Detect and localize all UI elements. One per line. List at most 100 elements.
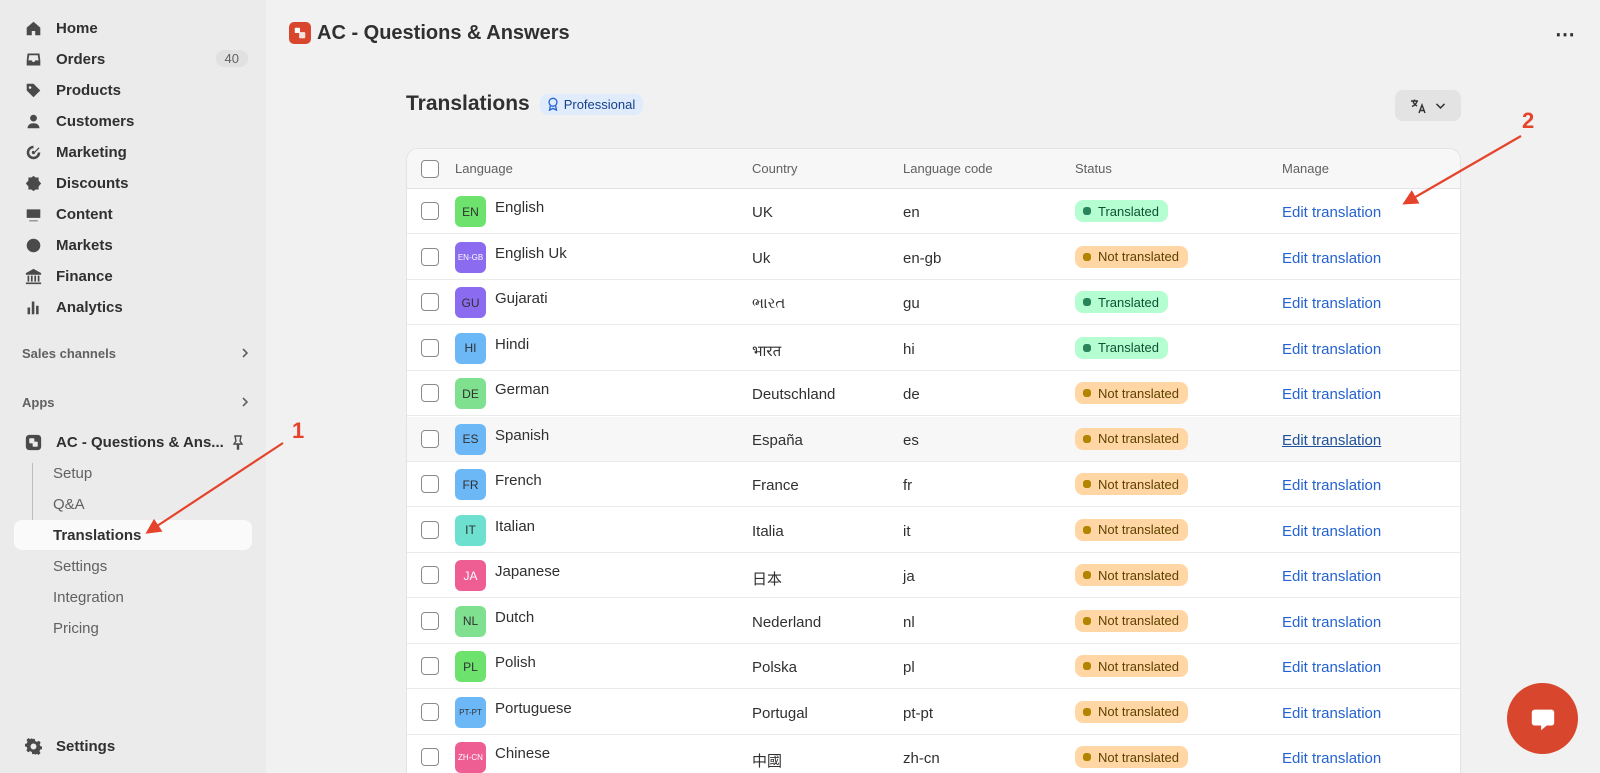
pin-icon[interactable] bbox=[230, 434, 246, 450]
language-flag-badge: GU bbox=[455, 287, 486, 318]
nav-markets[interactable]: Markets bbox=[14, 230, 252, 260]
nav-home[interactable]: Home bbox=[14, 13, 252, 43]
status-badge: Not translated bbox=[1075, 473, 1188, 495]
language-code: es bbox=[903, 431, 919, 449]
sidebar: Home Orders 40 Products Customers Market… bbox=[0, 0, 266, 773]
status-badge: Not translated bbox=[1075, 655, 1188, 677]
edit-translation-link[interactable]: Edit translation bbox=[1282, 386, 1381, 403]
chat-launcher-button[interactable] bbox=[1507, 683, 1578, 754]
language-name: Portuguese bbox=[495, 699, 572, 717]
status-badge: Not translated bbox=[1075, 700, 1188, 723]
column-header-status[interactable]: Status bbox=[1075, 161, 1112, 176]
status-label: Not translated bbox=[1098, 567, 1179, 583]
apps-header[interactable]: Apps bbox=[22, 390, 252, 414]
row-checkbox[interactable] bbox=[421, 384, 439, 402]
column-header-country[interactable]: Country bbox=[752, 161, 798, 176]
app-subitem-translations[interactable]: Translations bbox=[14, 520, 252, 550]
table-row[interactable]: EN English UK en Translated Edit translation bbox=[407, 189, 1460, 234]
nav-discounts[interactable]: Discounts bbox=[14, 168, 252, 198]
status-label: Translated bbox=[1098, 203, 1159, 219]
row-checkbox[interactable] bbox=[421, 520, 439, 539]
edit-translation-link[interactable]: Edit translation bbox=[1282, 250, 1381, 267]
app-logo-icon bbox=[289, 22, 311, 44]
edit-translation-link[interactable]: Edit translation bbox=[1282, 295, 1381, 312]
country-name: España bbox=[752, 431, 803, 449]
table-row[interactable]: NL Dutch Nederland nl Not translated Edit tra… bbox=[407, 599, 1460, 644]
edit-translation-link[interactable]: Edit translation bbox=[1282, 568, 1381, 585]
app-title: AC - Questions & Answers bbox=[317, 21, 570, 44]
app-subitem-setup[interactable]: Setup bbox=[14, 458, 252, 488]
column-header-language[interactable]: Language bbox=[455, 161, 513, 176]
table-row[interactable]: PT-PT Portuguese Portugal pt-pt Not translat… bbox=[407, 690, 1460, 735]
edit-translation-link[interactable]: Edit translation bbox=[1282, 432, 1381, 449]
select-all-checkbox[interactable] bbox=[421, 160, 439, 178]
edit-translation-link[interactable]: Edit translation bbox=[1282, 477, 1381, 494]
country-name: Nederland bbox=[752, 613, 822, 631]
table-row[interactable]: FR French France fr Not translated Edit trans… bbox=[407, 462, 1460, 507]
row-checkbox[interactable] bbox=[421, 247, 439, 266]
row-checkbox[interactable] bbox=[421, 475, 439, 493]
edit-translation-link[interactable]: Edit translation bbox=[1282, 204, 1381, 221]
apps-label: Apps bbox=[22, 394, 55, 410]
status-dot bbox=[1083, 389, 1091, 397]
language-code: fr bbox=[903, 477, 913, 494]
edit-translation-link[interactable]: Edit translation bbox=[1282, 659, 1381, 676]
app-subitem-integration[interactable]: Integration bbox=[14, 582, 252, 612]
nav-label: Discounts bbox=[56, 174, 129, 192]
row-checkbox[interactable] bbox=[421, 748, 439, 766]
language-name: Chinese bbox=[495, 745, 551, 762]
app-logo-icon bbox=[24, 433, 42, 451]
nav-orders[interactable]: Orders 40 bbox=[14, 44, 252, 74]
nav-customers[interactable]: Customers bbox=[14, 106, 252, 136]
language-code: ja bbox=[903, 568, 915, 585]
nav-finance[interactable]: Finance bbox=[14, 261, 252, 291]
language-menu-button[interactable] bbox=[1395, 90, 1461, 121]
nav-analytics[interactable]: Analytics bbox=[14, 292, 252, 322]
nav-label: Analytics bbox=[56, 298, 123, 316]
row-checkbox[interactable] bbox=[421, 657, 439, 675]
row-checkbox[interactable] bbox=[421, 566, 439, 584]
row-checkbox[interactable] bbox=[421, 202, 439, 220]
nav-settings[interactable]: Settings bbox=[14, 731, 252, 761]
edit-translation-link[interactable]: Edit translation bbox=[1282, 614, 1381, 631]
gear-icon bbox=[24, 737, 42, 755]
nav-products[interactable]: Products bbox=[14, 75, 252, 105]
app-subitem-settings[interactable]: Settings bbox=[14, 551, 252, 581]
status-dot bbox=[1083, 707, 1091, 716]
table-row[interactable]: ES Spanish España es Not translated Edit tran… bbox=[407, 416, 1460, 462]
table-row[interactable]: ZH-CN Chinese 中國 zh-cn Not translated Edit tr… bbox=[407, 735, 1460, 773]
row-checkbox[interactable] bbox=[421, 338, 439, 357]
table-row[interactable]: GU Gujarati ભારત gu Translated Edit translati… bbox=[407, 280, 1460, 325]
status-label: Not translated bbox=[1098, 431, 1179, 446]
language-flag-badge: FR bbox=[455, 469, 486, 500]
app-subitem-qa[interactable]: Q&A bbox=[14, 489, 252, 519]
table-row[interactable]: HI Hindi भारत hi Translated Edit translation bbox=[407, 326, 1460, 371]
table-row[interactable]: IT Italian Italia it Not translated Edit tran… bbox=[407, 508, 1460, 553]
nav-content[interactable]: Content bbox=[14, 199, 252, 229]
ribbon-icon bbox=[548, 97, 558, 111]
sales-channels-header[interactable]: Sales channels bbox=[22, 341, 252, 365]
language-flag-badge: ZH-CN bbox=[455, 742, 486, 773]
nav-marketing[interactable]: Marketing bbox=[14, 137, 252, 167]
more-actions-button[interactable]: ⋯ bbox=[1554, 24, 1576, 46]
table-row[interactable]: PL Polish Polska pl Not translated Edit trans… bbox=[407, 644, 1460, 689]
language-code: zh-cn bbox=[903, 750, 940, 767]
row-checkbox[interactable] bbox=[421, 702, 439, 721]
table-row[interactable]: DE German Deutschland de Not translated Edit … bbox=[407, 371, 1460, 416]
column-header-language-code[interactable]: Language code bbox=[903, 161, 993, 176]
row-checkbox[interactable] bbox=[421, 611, 439, 630]
edit-translation-link[interactable]: Edit translation bbox=[1282, 705, 1381, 722]
chevron-down-icon bbox=[1435, 103, 1445, 109]
table-row[interactable]: JA Japanese 日本 ja Not translated Edit transla… bbox=[407, 553, 1460, 598]
app-subitem-pricing[interactable]: Pricing bbox=[14, 613, 252, 643]
edit-translation-link[interactable]: Edit translation bbox=[1282, 523, 1381, 540]
edit-translation-link[interactable]: Edit translation bbox=[1282, 750, 1381, 767]
country-name: 日本 bbox=[752, 571, 783, 588]
row-checkbox[interactable] bbox=[421, 293, 439, 311]
status-badge: Not translated bbox=[1075, 427, 1188, 450]
row-checkbox[interactable] bbox=[421, 429, 439, 448]
edit-translation-link[interactable]: Edit translation bbox=[1282, 341, 1381, 358]
nav-app-questions-answers[interactable]: AC - Questions & Ans... bbox=[14, 427, 252, 457]
language-name: Dutch bbox=[495, 608, 535, 626]
table-row[interactable]: EN-GB English Uk Uk en-gb Not translated Edit… bbox=[407, 235, 1460, 280]
